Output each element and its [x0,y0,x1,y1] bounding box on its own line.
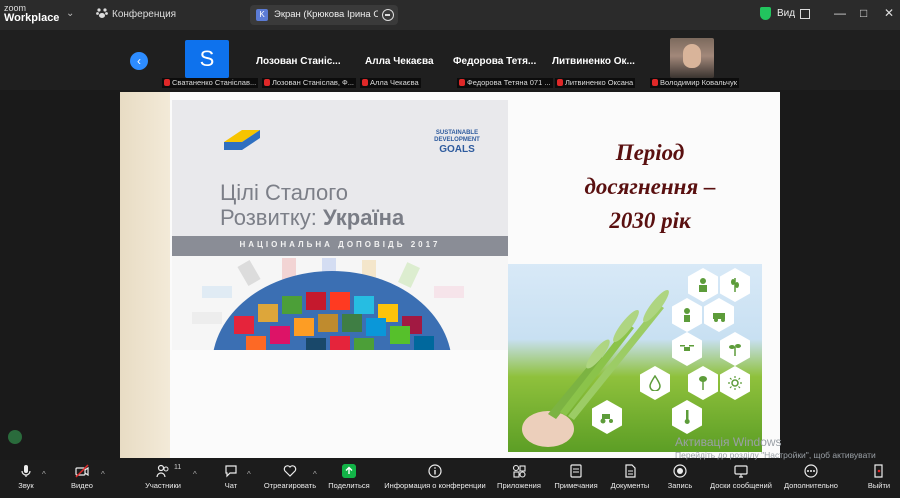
audio-button[interactable]: Звук [12,464,40,490]
paw-icon [96,8,108,18]
report-cover: SUSTAINABLE DEVELOPMENT GOALS Цілі Стало… [172,100,508,350]
participant-label: Литвиненко Оксана [555,78,636,88]
mic-muted-icon [557,79,563,86]
minimize-icon[interactable]: — [834,6,846,20]
shared-screen: SUSTAINABLE DEVELOPMENT GOALS Цілі Стало… [0,90,900,460]
more-button[interactable]: Дополнительно [780,464,842,490]
participants-options-caret[interactable]: ^ [193,470,197,479]
sun-icon [728,376,742,390]
mic-muted-icon [652,79,658,86]
wheat-icon [731,278,739,292]
participant-video[interactable] [670,38,714,78]
windows-activation-title: Активація Windows [675,435,782,449]
participant-name[interactable]: Лозован Станіс... [256,56,341,67]
maximize-icon[interactable]: □ [860,6,867,20]
meeting-toolbar: Звук ^ Видео ^ Участники 11 ^ Чат ^ Отре… [0,460,900,498]
zoom-logo: zoom Workplace [4,3,60,24]
participant-name[interactable]: Алла Чекаєва [365,56,434,67]
brand-big: Workplace [4,12,60,24]
share-icon [342,464,356,478]
avatar[interactable]: S [185,40,229,78]
plant-icon [699,376,707,390]
previous-page-button[interactable]: ‹ [130,52,148,70]
audio-options-caret[interactable]: ^ [42,470,46,479]
heart-icon [283,465,297,477]
harvester-icon [713,313,725,322]
screen-share-tab[interactable]: K Экран (Крюкова Ірина Олексан [250,5,398,25]
ukraine-government-logo [224,130,260,150]
participants-strip: ‹ S Сватаненко Станіслав... Лозован Стан… [0,30,900,90]
grid-view-icon[interactable] [800,9,810,19]
tractor-icon [600,414,613,424]
info-icon [428,464,442,478]
participants-count: 11 [174,464,182,471]
slide-decoration [120,92,170,458]
participant-label: Федорова Тетяна 071 ... [457,78,553,88]
conference-menu[interactable]: Конференция [112,9,176,20]
title-bar: zoom Workplace ⌄ Конференция K Экран (Кр… [0,0,900,30]
sprout-icon [729,344,741,356]
whiteboards-button[interactable]: Доски сообщений [704,464,778,490]
chat-button[interactable]: Чат [220,464,242,490]
share-source-icon: K [256,9,268,21]
mic-muted-icon [164,79,170,86]
mic-muted-icon [264,79,270,86]
participant-label: Алла Чекаєва [360,78,421,88]
drone-icon [680,345,694,351]
video-button[interactable]: Видео [66,464,98,490]
participant-name[interactable]: Литвиненко Ок... [552,56,635,67]
notes-button[interactable]: Примечания [552,464,600,490]
video-options-caret[interactable]: ^ [101,470,105,479]
meeting-info-button[interactable]: Информация о конференции [380,464,490,490]
close-icon[interactable]: ✕ [884,6,894,20]
reactions-button[interactable]: Отреагировать [262,464,318,490]
cover-band: НАЦІОНАЛЬНА ДОПОВІДЬ 2017 [172,236,508,256]
chat-options-caret[interactable]: ^ [247,470,251,479]
participant-name[interactable]: Федорова Тетя... [453,56,536,67]
stop-view-icon[interactable] [382,9,394,21]
record-icon [673,464,687,478]
annotate-pen-icon[interactable] [8,430,22,444]
record-button[interactable]: Запись [664,464,696,490]
apps-icon [512,464,526,478]
cover-title-line1: Цілі Сталого [220,180,349,205]
sdg-logo: SUSTAINABLE DEVELOPMENT GOALS [434,130,480,155]
participant-label: Лозован Станіслав, Ф... [262,78,356,88]
leave-button[interactable]: Выйти [864,464,894,490]
agriculture-photo [508,264,762,452]
whiteboard-icon [734,465,748,478]
worker-icon [699,278,707,292]
presentation-slide: SUSTAINABLE DEVELOPMENT GOALS Цілі Стало… [120,92,780,458]
more-icon [804,464,818,478]
sdg-globe-illustration [172,256,508,350]
cover-title-line2: Розвитку: Україна [220,205,405,230]
mic-muted-icon [362,79,368,86]
documents-button[interactable]: Документы [608,464,652,490]
mic-muted-icon [459,79,465,86]
screen-share-title: Экран (Крюкова Ірина Олексан [274,9,378,20]
video-off-icon [75,464,89,478]
slide-heading: Період досягнення – 2030 рік [584,140,716,233]
apps-button[interactable]: Приложения [496,464,542,490]
leave-icon [874,464,883,478]
farmer-icon [684,308,690,322]
participant-label: Сватаненко Станіслав... [162,78,259,88]
water-drop-icon [649,375,661,391]
participant-label: Володимир Ковальчук [650,78,739,88]
view-menu[interactable]: Вид [777,8,795,19]
chevron-down-icon[interactable]: ⌄ [66,8,74,19]
thermometer-icon [684,410,690,424]
microphone-icon [21,465,31,477]
participants-icon [156,464,169,478]
encryption-shield-icon[interactable] [760,7,771,20]
notes-icon [570,464,582,478]
document-icon [625,464,636,478]
chat-icon [225,465,237,478]
reactions-options-caret[interactable]: ^ [313,470,317,479]
share-screen-button[interactable]: Поделиться [327,464,371,490]
